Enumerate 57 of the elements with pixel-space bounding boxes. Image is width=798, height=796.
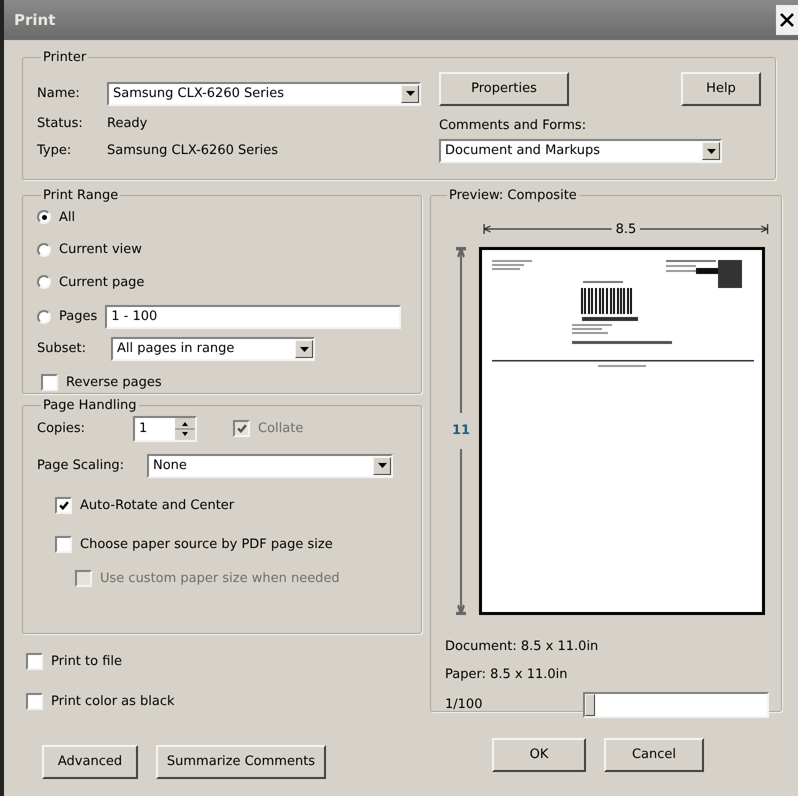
checkbox[interactable] [26, 653, 43, 670]
radio-button[interactable] [37, 310, 51, 324]
checkbox-label: Choose paper source by PDF page size [80, 536, 333, 554]
comments-dropdown[interactable]: Document and Markups [439, 139, 722, 163]
group-title: Page Handling [42, 397, 138, 415]
paper-size-text: Paper: 8.5 x 11.0in [445, 666, 569, 684]
printer-dropdown[interactable]: Samsung CLX-6260 Series [107, 82, 421, 106]
status-value: Ready [107, 114, 148, 132]
group-title: Printer [42, 49, 88, 67]
field-label: Status: [37, 114, 84, 132]
scaling-dropdown[interactable]: None [147, 454, 393, 478]
radio-label: Current view [59, 241, 142, 259]
radio-label: Current page [59, 274, 144, 292]
radio-button[interactable] [37, 242, 51, 257]
width-label: 8.5 [614, 220, 638, 238]
checkbox-label: Collate [258, 420, 304, 438]
group-title: Print Range [42, 187, 120, 205]
field-label: Comments and Forms: [439, 116, 588, 134]
window-title: Print [14, 10, 56, 31]
pages-field[interactable]: 1 - 100 [105, 305, 402, 329]
subset-dropdown[interactable]: All pages in range [111, 337, 315, 361]
checkbox-label: Reverse pages [66, 374, 162, 392]
radio-button[interactable] [37, 275, 51, 290]
spinner-arrows-icon[interactable] [175, 418, 195, 440]
page-counter: 1/100 [445, 696, 482, 714]
dialog-button[interactable]: OK [492, 738, 586, 772]
checkbox[interactable] [55, 536, 72, 554]
height-label: 11 [452, 422, 470, 440]
field-label: Page Scaling: [37, 456, 126, 475]
field-label: Name: [37, 84, 81, 103]
radio-label: Pages [59, 308, 98, 326]
checkbox-label: Auto-Rotate and Center [80, 496, 234, 514]
field-label: Subset: [37, 340, 87, 358]
document-size-text: Document: 8.5 x 11.0in [445, 638, 600, 656]
radio-button[interactable] [37, 210, 51, 224]
page-slider[interactable] [583, 692, 769, 718]
dialog-button[interactable]: Properties [439, 72, 569, 106]
checkbox-label: Use custom paper size when needed [100, 570, 340, 588]
dialog-button[interactable]: Cancel [604, 738, 704, 772]
radio-label: All [59, 208, 76, 226]
group-title: Preview: Composite [448, 187, 578, 205]
dialog-button[interactable]: Summarize Comments [156, 745, 326, 779]
field-label: Type: [37, 142, 72, 160]
check-icon [236, 424, 246, 433]
check-icon [58, 500, 68, 510]
checkbox[interactable] [55, 496, 72, 514]
checkbox[interactable] [41, 374, 58, 392]
checkbox-label: Print color as black [51, 692, 175, 710]
checkbox[interactable] [26, 692, 43, 710]
dialog-button[interactable]: Help [681, 72, 761, 106]
dialog-button[interactable]: Advanced [42, 745, 138, 779]
close-icon[interactable] [776, 5, 798, 35]
copies-spinner[interactable]: 1 [133, 416, 197, 442]
field-label: Copies: [37, 420, 86, 438]
checkbox-label: Print to file [51, 653, 122, 671]
slider-thumb[interactable] [585, 694, 595, 716]
type-value: Samsung CLX-6260 Series [107, 142, 278, 160]
